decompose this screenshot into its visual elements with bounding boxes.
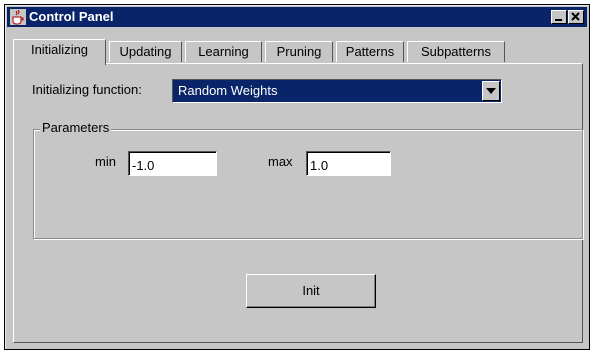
tab-pruning[interactable]: Pruning bbox=[265, 41, 333, 62]
close-icon bbox=[571, 12, 580, 21]
window-title: Control Panel bbox=[29, 9, 114, 24]
max-label: max bbox=[268, 154, 293, 169]
init-function-value: Random Weights bbox=[178, 83, 278, 98]
chevron-down-icon bbox=[486, 88, 496, 94]
tab-updating[interactable]: Updating bbox=[109, 41, 182, 62]
minimize-button[interactable] bbox=[551, 10, 567, 24]
minimize-icon bbox=[555, 19, 562, 21]
init-function-label: Initializing function: bbox=[32, 82, 142, 97]
dropdown-button[interactable] bbox=[482, 81, 500, 101]
close-button[interactable] bbox=[568, 10, 584, 24]
min-label: min bbox=[95, 154, 116, 169]
tab-learning[interactable]: Learning bbox=[185, 41, 262, 62]
parameters-group bbox=[33, 129, 583, 239]
max-field[interactable] bbox=[306, 151, 391, 176]
init-button[interactable]: Init bbox=[246, 274, 376, 308]
parameters-title: Parameters bbox=[40, 120, 112, 136]
init-function-select[interactable]: Random Weights bbox=[172, 79, 502, 103]
tab-patterns[interactable]: Patterns bbox=[336, 41, 404, 62]
min-field[interactable] bbox=[128, 151, 217, 176]
tab-subpatterns[interactable]: Subpatterns bbox=[407, 41, 505, 62]
java-cup-icon bbox=[10, 9, 26, 25]
title-bar[interactable]: Control Panel bbox=[7, 7, 587, 27]
tab-initializing[interactable]: Initializing bbox=[13, 39, 106, 65]
